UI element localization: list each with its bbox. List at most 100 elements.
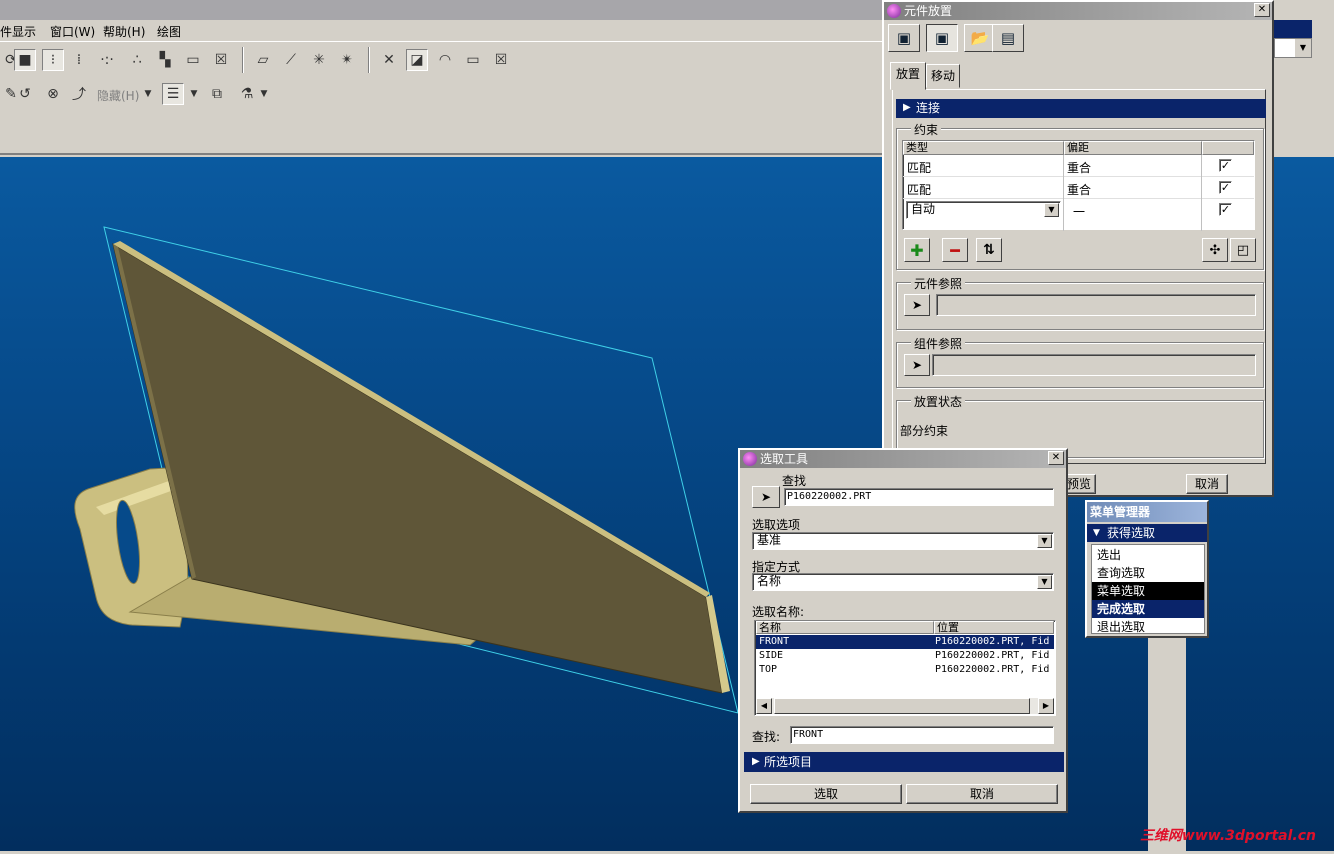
menu-item-pick[interactable]: 选出: [1092, 546, 1204, 564]
component-placement-title: 元件放置: [904, 4, 953, 18]
component-placement-dialog: 元件放置 ✕ ▣ ▣ 📂 ▤ 放置 移动 ▶ 连接 约束 类型 偏距 匹配 重合 …: [882, 0, 1274, 497]
cancel-button[interactable]: 取消: [1186, 474, 1228, 494]
right-panel-dropdown[interactable]: ▼: [1274, 38, 1312, 58]
toolbar-second: ✎ ↺ ⊗ ⤴ 隐藏(H) ▼ ☰ ▼ ⧉ ⚗ ▼: [0, 77, 882, 111]
select-button[interactable]: 选取: [750, 784, 902, 804]
placement-status-label: 放置状态: [911, 393, 966, 410]
select-tool-title-bar[interactable]: 选取工具 ✕: [740, 450, 1066, 468]
background-strip: [1148, 636, 1186, 851]
scroll-thumb[interactable]: [774, 698, 1030, 714]
datum-axis-icon[interactable]: ⟋: [280, 49, 302, 71]
menu-item-display[interactable]: 件显示: [0, 23, 36, 40]
chevron-down-icon[interactable]: ▼: [258, 83, 270, 105]
component-placement-title-bar[interactable]: 元件放置 ✕: [884, 2, 1272, 20]
col-check-header[interactable]: [1202, 141, 1254, 155]
model-tree-icon[interactable]: ⁝: [42, 49, 64, 71]
watermark: 三维网www.3dportal.cn: [1139, 828, 1316, 844]
menu-item-help[interactable]: 帮助(H): [103, 23, 145, 40]
datum-plane-icon[interactable]: ▱: [252, 49, 274, 71]
datum-point-icon[interactable]: ✳: [308, 49, 330, 71]
app-icon: [887, 4, 901, 18]
menu-item-query-select[interactable]: 查询选取: [1092, 564, 1204, 582]
list-item[interactable]: FRONT P160220002.PRT, Fid: [756, 635, 1054, 649]
specify-dropdown[interactable]: 名称 ▼: [752, 573, 1054, 591]
sketch-icon[interactable]: ✕: [378, 49, 400, 71]
row-checkbox[interactable]: ✓: [1219, 181, 1232, 194]
distribute-icon[interactable]: ∴: [126, 49, 148, 71]
get-select-submenu[interactable]: ▼ 获得选取: [1087, 524, 1207, 542]
tab-placement[interactable]: 放置: [890, 62, 926, 90]
row-checkbox[interactable]: ✓: [1219, 203, 1232, 216]
component-reference-pick-button[interactable]: ➤: [904, 294, 930, 316]
menu-item-menu-select[interactable]: 菜单选取: [1092, 582, 1204, 600]
hide-label[interactable]: 隐藏(H): [97, 87, 139, 104]
window2-icon[interactable]: ▭: [462, 49, 484, 71]
assembly-reference-pick-button[interactable]: ➤: [904, 354, 930, 376]
chevron-down-icon[interactable]: ▼: [142, 83, 154, 105]
close-icon[interactable]: ✕: [1254, 3, 1270, 17]
col-location-header[interactable]: 位置: [934, 621, 1054, 634]
branch-icon[interactable]: ⤴: [68, 83, 90, 105]
copy-icon[interactable]: ⧉: [206, 83, 228, 105]
window-icon[interactable]: ▭: [182, 49, 204, 71]
target-icon[interactable]: ⊗: [42, 83, 64, 105]
curve-icon[interactable]: ◠: [434, 49, 456, 71]
menu-item-quit-select[interactable]: 退出选取: [1092, 618, 1204, 636]
find-field[interactable]: P160220002.PRT: [784, 488, 1054, 506]
constraints-group-label: 约束: [911, 121, 942, 138]
list-item[interactable]: SIDE P160220002.PRT, Fid: [756, 649, 1054, 663]
separate-window-icon[interactable]: ▣: [926, 24, 958, 52]
row-checkbox[interactable]: ✓: [1219, 159, 1232, 172]
menu-item-done-select[interactable]: 完成选取: [1092, 600, 1204, 618]
cancel-button[interactable]: 取消: [906, 784, 1058, 804]
col-name-header[interactable]: 名称: [756, 621, 934, 634]
menu-item-window[interactable]: 窗口(W): [50, 23, 95, 40]
constraint-preview-icon[interactable]: ◰: [1230, 238, 1256, 262]
find-label: 查找: [782, 474, 807, 488]
menu-manager-list: 选出 查询选取 菜单选取 完成选取 退出选取: [1091, 544, 1205, 634]
assembly-reference-field[interactable]: [932, 354, 1256, 376]
horizontal-scrollbar[interactable]: ◀ ▶: [756, 698, 1054, 714]
list-item[interactable]: TOP P160220002.PRT, Fid: [756, 663, 1054, 677]
close-icon[interactable]: ✕: [1048, 451, 1064, 465]
constraint-type-select[interactable]: 自动 ▼: [906, 201, 1061, 219]
tab-move[interactable]: 移动: [926, 64, 960, 88]
csys-icon[interactable]: ✴: [336, 49, 358, 71]
menu-manager: 菜单管理器 ▼ 获得选取 选出 查询选取 菜单选取 完成选取 退出选取: [1085, 500, 1209, 638]
select-option-dropdown[interactable]: 基准 ▼: [752, 532, 1054, 550]
gusset-face: [112, 242, 723, 694]
flip-constraint-button[interactable]: ⇅: [976, 238, 1002, 262]
connect-label: 连接: [916, 101, 941, 115]
analysis-icon[interactable]: ⚗: [236, 83, 258, 105]
placement-window-icon[interactable]: ▣: [888, 24, 920, 52]
select-tool-title: 选取工具: [760, 452, 809, 466]
shading-icon[interactable]: ■: [14, 49, 36, 71]
datum-tree-icon[interactable]: ⁞: [68, 49, 90, 71]
constraint-options-icon[interactable]: ✣: [1202, 238, 1228, 262]
select-box-icon[interactable]: ◪: [406, 49, 428, 71]
right-panel-highlight: [1274, 20, 1312, 38]
search-input[interactable]: FRONT: [790, 726, 1054, 744]
chevron-down-icon[interactable]: ▼: [188, 83, 200, 105]
constraints-table: 类型 偏距 匹配 重合 ✓ 匹配 重合 ✓ 自动 ▼ 一 ✓: [902, 140, 1255, 231]
move-icon[interactable]: ·:·: [96, 49, 118, 71]
connect-section-header[interactable]: ▶ 连接: [896, 99, 1266, 118]
regenerate-icon[interactable]: ↺: [14, 83, 36, 105]
scroll-left-icon[interactable]: ◀: [756, 698, 772, 714]
selected-items-header[interactable]: ▶ 所选项目: [744, 752, 1064, 772]
close2-icon[interactable]: ☒: [490, 49, 512, 71]
col-type-header[interactable]: 类型: [903, 141, 1064, 155]
add-constraint-button[interactable]: ✚: [904, 238, 930, 262]
find-pick-button[interactable]: ➤: [752, 486, 780, 508]
menu-manager-title[interactable]: 菜单管理器: [1087, 502, 1207, 522]
assembly-icon[interactable]: ▚: [154, 49, 176, 71]
component-reference-field[interactable]: [936, 294, 1256, 316]
layer-icon[interactable]: ☰: [162, 83, 184, 105]
scroll-right-icon[interactable]: ▶: [1038, 698, 1054, 714]
select-name-list[interactable]: 名称 位置 FRONT P160220002.PRT, Fid SIDE P16…: [754, 620, 1056, 716]
remove-constraint-button[interactable]: ━: [942, 238, 968, 262]
menu-item-draw[interactable]: 绘图: [157, 23, 181, 40]
close-window-icon[interactable]: ☒: [210, 49, 232, 71]
place-options-icon[interactable]: ▤: [992, 24, 1024, 52]
col-offset-header[interactable]: 偏距: [1064, 141, 1202, 155]
